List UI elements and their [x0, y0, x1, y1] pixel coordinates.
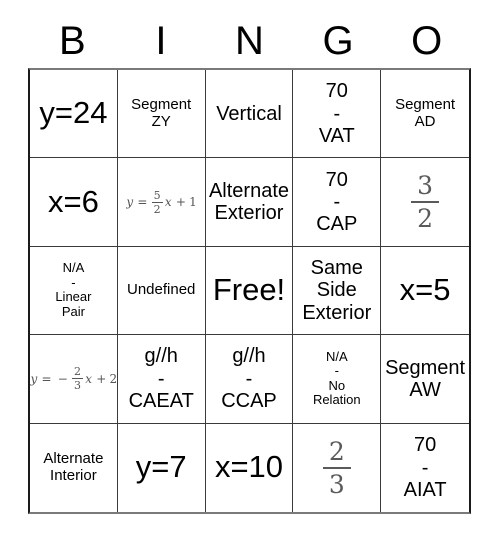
bingo-cell-label: y=7	[135, 449, 187, 485]
bingo-card: B I N G O y=24 Segment ZY Vertical 70- VAT Seg…	[0, 0, 500, 544]
bingo-cell-r1c5[interactable]: Segment AD	[381, 70, 469, 159]
bingo-header: B I N G O	[28, 14, 471, 68]
bingo-cell-label: g//h - CAEAT	[128, 345, 194, 413]
bingo-cell-label: Segment AD	[395, 95, 456, 130]
slope-numerator: 5	[153, 188, 161, 202]
bingo-cell-r2c3[interactable]: Alternate Exterior	[205, 158, 294, 247]
bingo-cell-r1c4[interactable]: 70- VAT	[293, 70, 382, 159]
bingo-cell-label: 70- CAP	[316, 168, 358, 236]
fraction-numerator: 2	[328, 436, 345, 466]
fraction-numerator: 3	[417, 171, 434, 201]
fraction-value: 23	[322, 436, 351, 499]
slope-denominator: 3	[74, 379, 82, 393]
equation-lhs: y	[126, 195, 134, 210]
bingo-cell-r1c3[interactable]: Vertical	[205, 70, 294, 159]
bingo-cell-r4c1[interactable]: y = −2 3 x +2	[30, 335, 118, 424]
equation-slope-fraction: 52	[151, 188, 163, 216]
bingo-cell-r5c4[interactable]: 23	[293, 423, 382, 512]
header-letter-g: G	[322, 19, 354, 63]
linear-equation: y = 5 2 x +1	[125, 190, 197, 215]
bingo-cell-r1c2[interactable]: Segment ZY	[117, 70, 206, 159]
bingo-cell-r3c4[interactable]: Same Side Exterior	[293, 246, 382, 336]
slope-numerator: 2	[74, 365, 82, 379]
equation-intercept: 2	[109, 371, 118, 386]
bingo-cell-label: Alternate Exterior	[208, 179, 290, 225]
bingo-cell-label: N/A - No Relation	[312, 348, 361, 408]
equation-equals: =	[41, 371, 52, 386]
bingo-cell-r3c5[interactable]: x=5	[381, 246, 469, 336]
bingo-cell-r5c2[interactable]: y=7	[117, 423, 206, 512]
header-letter-i: I	[155, 19, 167, 63]
bingo-cell-r3c1[interactable]: N/A - Linear Pair	[30, 246, 118, 336]
bingo-cell-label: Segment ZY	[131, 95, 192, 130]
bingo-cell-label: y=24	[39, 95, 108, 131]
bingo-cell-r5c5[interactable]: 70- AIAT	[381, 423, 469, 512]
equation-lhs: y	[30, 371, 38, 386]
header-letter-n: N	[235, 19, 264, 63]
equation-sign: −	[57, 371, 69, 386]
equation-variable: x	[85, 371, 93, 386]
equation-slope-fraction: 23	[72, 365, 84, 393]
bingo-cell-r4c5[interactable]: Segment AW	[381, 335, 469, 424]
bingo-cell-label: N/A - Linear Pair	[55, 260, 92, 320]
bingo-cell-r4c3[interactable]: g//h - CCAP	[205, 335, 294, 424]
slope-denominator: 2	[153, 202, 161, 216]
bingo-cell-r2c2[interactable]: y = 5 2 x +1	[117, 158, 206, 247]
bingo-cell-r4c4[interactable]: N/A - No Relation	[293, 335, 382, 424]
bingo-cell-label: x=6	[47, 183, 99, 219]
bingo-cell-r1c1[interactable]: y=24	[30, 70, 118, 159]
bingo-cell-label: Same Side Exterior	[302, 256, 372, 324]
header-letter-b: B	[58, 19, 86, 63]
bingo-cell-label: Free!	[212, 272, 286, 308]
bingo-cell-r2c5[interactable]: 32	[381, 158, 469, 247]
bingo-cell-label: Alternate Interior	[43, 450, 104, 484]
bingo-cell-label: Segment AW	[385, 356, 466, 401]
bingo-cell-r5c1[interactable]: Alternate Interior	[30, 423, 118, 512]
bingo-cell-r2c4[interactable]: 70- CAP	[293, 158, 382, 247]
equation-plus: +	[175, 195, 187, 210]
bingo-cell-label: x=10	[214, 449, 284, 485]
bingo-cell-label: g//h - CCAP	[221, 345, 277, 413]
bingo-cell-label: x=5	[399, 272, 451, 308]
bingo-cell-r3c3[interactable]: Free!	[205, 246, 294, 336]
bingo-cell-r4c2[interactable]: g//h - CAEAT	[117, 335, 206, 424]
bingo-cell-r3c2[interactable]: Undefined	[117, 246, 206, 336]
bingo-grid: y=24 Segment ZY Vertical 70- VAT Segment AD x=6 y…	[28, 68, 471, 514]
bingo-cell-label: Undefined	[127, 281, 196, 299]
fraction-denominator: 2	[417, 204, 434, 234]
header-letter-o: O	[411, 19, 443, 63]
equation-intercept: 1	[189, 195, 197, 210]
equation-equals: =	[137, 195, 148, 210]
bingo-cell-label: Vertical	[216, 102, 282, 125]
bingo-cell-r5c3[interactable]: x=10	[205, 423, 294, 512]
equation-plus: +	[96, 371, 107, 386]
bingo-cell-r2c1[interactable]: x=6	[30, 158, 118, 247]
fraction-denominator: 3	[328, 469, 345, 499]
linear-equation: y = −2 3 x +2	[30, 366, 117, 391]
fraction-value: 32	[411, 171, 440, 234]
equation-variable: x	[164, 195, 172, 210]
bingo-cell-label: 70- AIAT	[403, 434, 447, 501]
bingo-cell-label: 70- VAT	[318, 80, 355, 147]
